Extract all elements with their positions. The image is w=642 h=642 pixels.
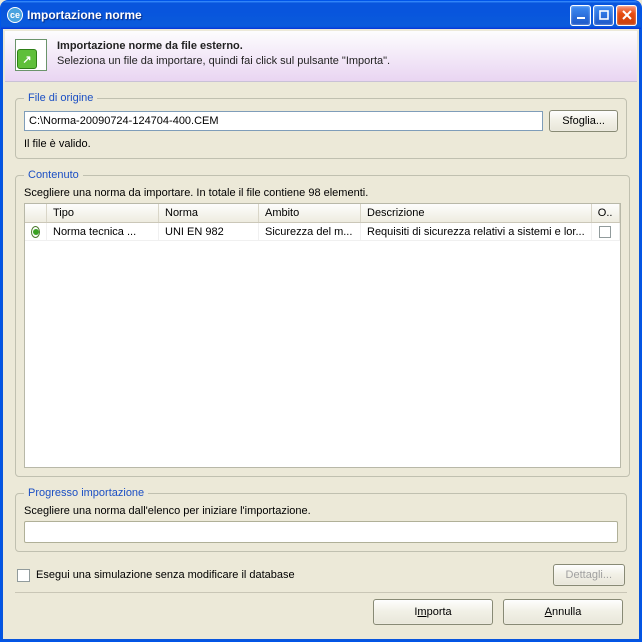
simulation-checkbox[interactable] <box>17 569 30 582</box>
close-icon <box>621 9 633 21</box>
maximize-icon <box>598 9 610 21</box>
radio-icon <box>31 226 40 238</box>
cancel-button[interactable]: Annulla <box>503 599 623 625</box>
import-button[interactable]: Importa <box>373 599 493 625</box>
window-title: Importazione norme <box>27 8 570 22</box>
maximize-button[interactable] <box>593 5 614 26</box>
grid-body[interactable]: Norma tecnica ... UNI EN 982 Sicurezza d… <box>25 223 620 467</box>
cell-o[interactable] <box>592 223 620 240</box>
contenuto-desc: Scegliere una norma da importare. In tot… <box>24 187 621 199</box>
client-area: ↗ Importazione norme da file esterno. Se… <box>1 29 641 641</box>
col-o[interactable]: O.. <box>592 204 620 222</box>
import-document-icon: ↗ <box>15 39 47 71</box>
table-row[interactable]: Norma tecnica ... UNI EN 982 Sicurezza d… <box>25 223 620 241</box>
checkbox-icon <box>599 226 611 238</box>
cell-descrizione: Requisiti di sicurezza relativi a sistem… <box>361 223 592 240</box>
import-u: m <box>417 606 426 618</box>
col-norma[interactable]: Norma <box>159 204 259 222</box>
contenuto-group: Contenuto Scegliere una norma da importa… <box>15 169 630 477</box>
progress-legend: Progresso importazione <box>24 487 148 499</box>
dialog-window: ce Importazione norme ↗ Importazione nor… <box>0 0 642 642</box>
file-status-text: Il file è valido. <box>24 138 618 150</box>
footer-buttons: Importa Annulla <box>15 592 627 629</box>
browse-button[interactable]: Sfoglia... <box>549 110 618 132</box>
cell-norma: UNI EN 982 <box>159 223 259 240</box>
col-select[interactable] <box>25 204 47 222</box>
details-button: Dettagli... <box>553 564 625 586</box>
cancel-post: nnulla <box>552 606 581 618</box>
col-tipo[interactable]: Tipo <box>47 204 159 222</box>
banner-text: Importazione norme da file esterno. Sele… <box>57 39 390 71</box>
progress-group: Progresso importazione Scegliere una nor… <box>15 487 627 552</box>
contenuto-legend: Contenuto <box>24 169 83 181</box>
simulation-row: Esegui una simulazione senza modificare … <box>17 564 625 586</box>
banner: ↗ Importazione norme da file esterno. Se… <box>5 31 637 82</box>
cell-ambito: Sicurezza del m... <box>259 223 361 240</box>
cell-tipo: Norma tecnica ... <box>47 223 159 240</box>
import-post: porta <box>427 606 452 618</box>
file-origin-group: File di origine Sfoglia... Il file è val… <box>15 92 627 159</box>
row-radio[interactable] <box>25 223 47 240</box>
content-area: File di origine Sfoglia... Il file è val… <box>5 82 637 637</box>
banner-line1: Importazione norme da file esterno. <box>57 39 390 54</box>
col-descrizione[interactable]: Descrizione <box>361 204 592 222</box>
file-path-input[interactable] <box>24 111 543 131</box>
progress-bar <box>24 521 618 543</box>
minimize-button[interactable] <box>570 5 591 26</box>
minimize-icon <box>575 9 587 21</box>
banner-line2: Seleziona un file da importare, quindi f… <box>57 54 390 69</box>
norme-grid[interactable]: Tipo Norma Ambito Descrizione O.. Norma … <box>24 203 621 468</box>
app-icon: ce <box>7 7 23 23</box>
simulation-label[interactable]: Esegui una simulazione senza modificare … <box>36 569 295 581</box>
titlebar[interactable]: ce Importazione norme <box>1 1 641 29</box>
close-button[interactable] <box>616 5 637 26</box>
window-controls <box>570 5 637 26</box>
grid-header[interactable]: Tipo Norma Ambito Descrizione O.. <box>25 204 620 223</box>
file-origin-legend: File di origine <box>24 92 97 104</box>
col-ambito[interactable]: Ambito <box>259 204 361 222</box>
cancel-u: A <box>545 606 552 618</box>
progress-text: Scegliere una norma dall'elenco per iniz… <box>24 505 618 517</box>
